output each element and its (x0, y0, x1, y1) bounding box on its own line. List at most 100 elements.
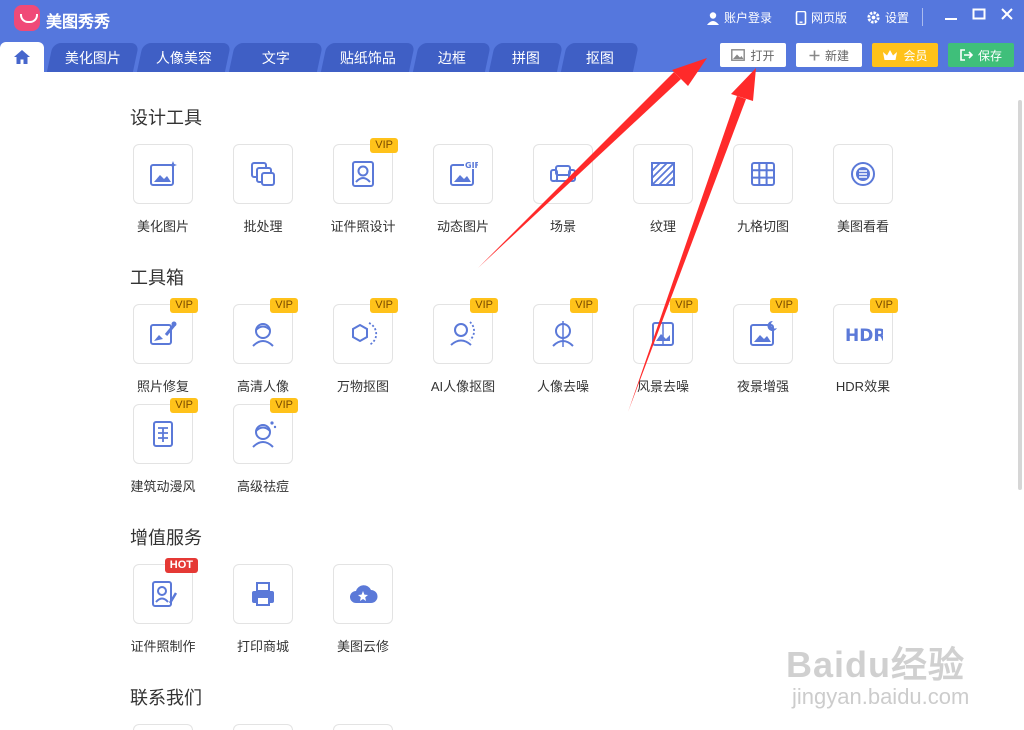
tool-label: 万物抠图 (336, 379, 389, 394)
tool-icon-box (233, 564, 293, 624)
tool-object-cutout[interactable]: VIP 万物抠图 (313, 298, 413, 404)
settings-button[interactable]: 设置 (866, 9, 909, 26)
tool-id-photo-design[interactable]: VIP 证件照设计 (313, 138, 413, 244)
person-cutout-icon (450, 321, 475, 346)
scrollbar[interactable] (1018, 100, 1022, 490)
vip-badge: VIP (770, 298, 798, 313)
tool-icon-box (233, 144, 293, 204)
tab-home[interactable] (0, 42, 44, 72)
open-button[interactable]: 打开 (720, 43, 786, 67)
tool-photo-repair[interactable]: VIP 照片修复 (113, 298, 213, 404)
tool-icon-box: VIP (433, 298, 498, 364)
tool-icon-box (733, 144, 793, 204)
tool-night-enhance[interactable]: VIP 夜景增强 (713, 298, 813, 404)
web-version-button[interactable]: 网页版 (795, 9, 847, 26)
tool-ai-portrait-cutout[interactable]: VIP AI人像抠图 (413, 298, 513, 404)
vip-label: 会员 (903, 48, 928, 63)
tab-collage[interactable]: 拼图 (488, 43, 564, 72)
vip-badge: VIP (370, 138, 398, 153)
tool-icon-box (133, 144, 193, 204)
save-button[interactable]: 保存 (948, 43, 1014, 67)
tab-portrait[interactable]: 人像美容 (136, 43, 232, 72)
hdr-icon: HDR (845, 326, 883, 346)
tool-acne-removal[interactable]: VIP 高级祛痘 (213, 398, 313, 504)
tab-label: 边框 (438, 49, 466, 66)
tab-label: 美化图片 (65, 49, 121, 66)
minimize-button[interactable] (940, 6, 962, 28)
login-label: 账户登录 (724, 11, 773, 25)
tool-label: 证件照制作 (130, 639, 196, 654)
image-icon (731, 49, 746, 61)
tool-label: 动态图片 (436, 219, 489, 234)
vip-button[interactable]: 会员 (872, 43, 938, 67)
batch-icon (251, 162, 275, 186)
vip-badge: VIP (570, 298, 598, 313)
home-icon (14, 50, 30, 64)
tool-label: 批处理 (243, 219, 283, 234)
section-title-toolbox: 工具箱 (130, 268, 184, 288)
tab-label: 人像美容 (156, 49, 212, 66)
vip-badge: VIP (370, 298, 398, 313)
tool-comic-architecture[interactable]: VIP 建筑动漫风 (113, 398, 213, 504)
tool-print-shop[interactable]: 打印商城 (213, 564, 313, 664)
tool-label: 美图看看 (836, 219, 889, 234)
tool-grid-cut[interactable]: 九格切图 (713, 144, 813, 244)
maximize-button[interactable] (968, 6, 990, 28)
export-icon (960, 49, 973, 61)
contact-item-box[interactable] (133, 724, 193, 730)
tool-icon-box: GIF (433, 144, 493, 204)
minimize-icon (945, 18, 957, 20)
tab-text[interactable]: 文字 (228, 43, 324, 72)
tool-label: AI人像抠图 (430, 379, 496, 394)
vip-badge: VIP (170, 398, 198, 413)
user-icon (707, 11, 719, 25)
contact-item-box[interactable] (233, 724, 293, 730)
section-title-design: 设计工具 (130, 108, 202, 128)
tab-frame[interactable]: 边框 (412, 43, 492, 72)
tool-landscape-denoise[interactable]: VIP 风景去噪 (613, 298, 713, 404)
tool-batch[interactable]: 批处理 (213, 144, 313, 244)
tool-icon-box (633, 144, 693, 204)
login-button[interactable]: 账户登录 (706, 9, 772, 26)
printer-icon (252, 582, 274, 606)
web-version-label: 网页版 (811, 11, 848, 25)
phone-icon (795, 10, 807, 25)
tool-label: 风景去噪 (636, 379, 689, 394)
tool-label: 打印商城 (236, 639, 289, 654)
tab-beautify[interactable]: 美化图片 (46, 43, 140, 72)
tool-portrait-denoise[interactable]: VIP 人像去噪 (513, 298, 613, 404)
tab-cutout[interactable]: 抠图 (560, 43, 640, 72)
vip-badge: VIP (170, 298, 198, 313)
tool-id-photo-make[interactable]: HOT 证件照制作 (113, 558, 213, 664)
photo-repair-icon (150, 321, 177, 345)
vip-badge: VIP (270, 398, 298, 413)
contact-item-box[interactable] (333, 724, 393, 730)
comic-icon (153, 421, 173, 447)
tool-hd-portrait[interactable]: VIP 高清人像 (213, 298, 313, 404)
tool-texture[interactable]: 纹理 (613, 144, 713, 244)
watermark-site: jingyan.baidu.com (792, 684, 970, 709)
svg-text:HDR: HDR (845, 326, 883, 346)
tool-cloud-retouch[interactable]: 美图云修 (313, 564, 413, 664)
tab-label: 贴纸饰品 (340, 49, 396, 66)
new-button[interactable]: 新建 (796, 43, 862, 67)
tab-label: 文字 (262, 49, 290, 66)
tab-stickers[interactable]: 贴纸饰品 (320, 43, 416, 72)
vip-badge: VIP (870, 298, 898, 313)
tool-label: 证件照设计 (330, 219, 396, 234)
divider (922, 8, 923, 26)
tool-scene[interactable]: 场景 (513, 144, 613, 244)
open-label: 打开 (750, 48, 775, 63)
tool-hdr[interactable]: HDR VIP HDR效果 (813, 298, 913, 404)
tool-viewer[interactable]: 美图看看 (813, 144, 913, 244)
tool-beautify[interactable]: 美化图片 (113, 144, 213, 244)
vip-badge: VIP (270, 298, 298, 313)
tool-label: 美图云修 (336, 639, 389, 654)
close-button[interactable] (996, 6, 1018, 28)
section-title-contact: 联系我们 (130, 688, 202, 708)
tool-icon-box (833, 144, 893, 204)
id-photo-icon (352, 161, 374, 187)
gear-icon (867, 11, 880, 24)
tool-gif[interactable]: GIF 动态图片 (413, 144, 513, 244)
landscape-denoise-icon (652, 322, 674, 346)
